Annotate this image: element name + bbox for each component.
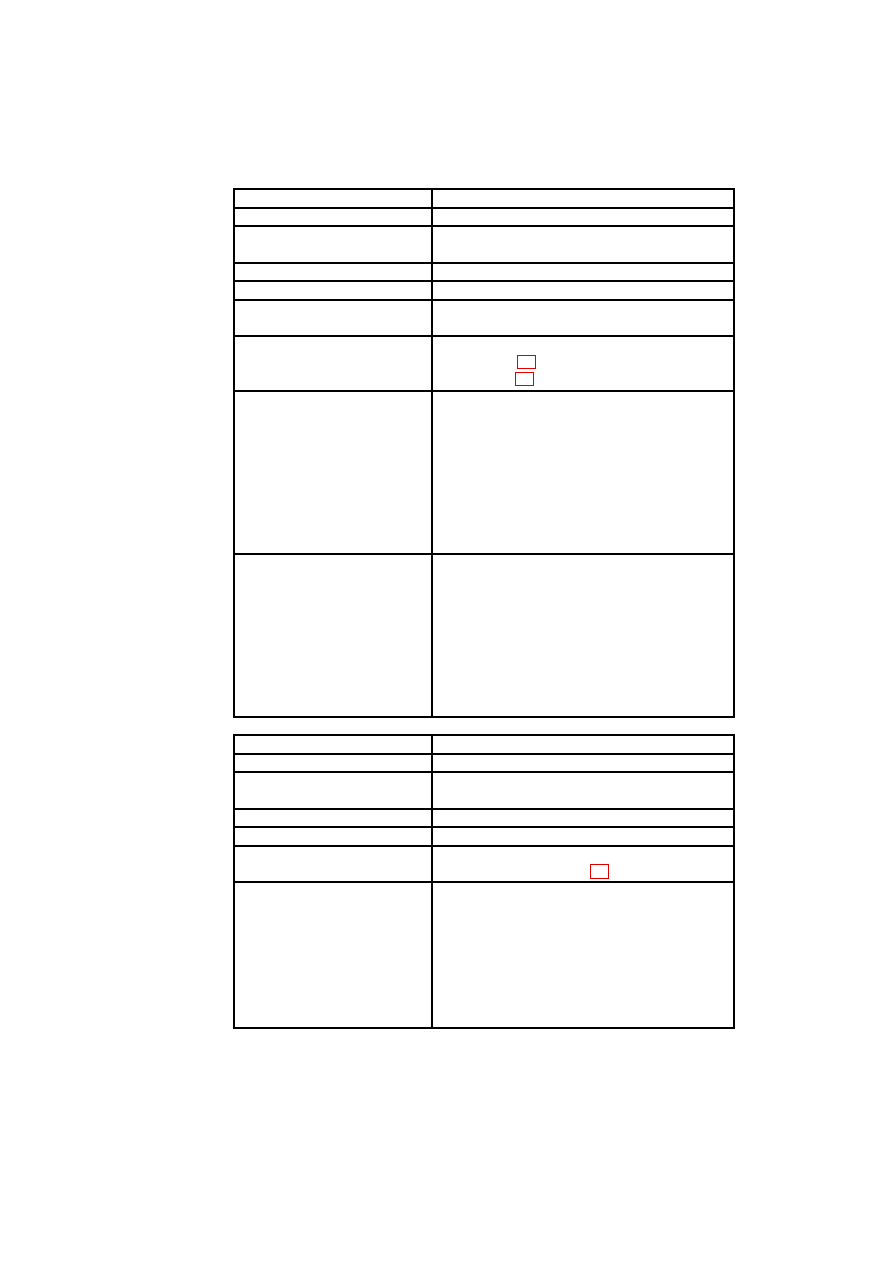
field-value: [433, 773, 733, 777]
table-row: [233, 335, 735, 392]
field-value-cell: [431, 881, 735, 1029]
field-label-cell: [233, 808, 433, 828]
field-value-cell: [431, 808, 735, 828]
table-row: [233, 390, 735, 555]
field-label: [235, 209, 431, 213]
field-label-cell: [233, 390, 433, 555]
table-row: [233, 734, 735, 755]
field-value-cell: [431, 280, 735, 301]
field-value: [433, 190, 733, 194]
table-row: [233, 207, 735, 227]
field-label: [235, 227, 431, 231]
field-label-cell: [233, 299, 433, 337]
field-label-cell: [233, 753, 433, 773]
field-label: [235, 773, 431, 777]
field-value: [433, 755, 733, 759]
field-label: [235, 810, 431, 814]
field-label: [235, 190, 431, 194]
field-label: [235, 392, 431, 396]
field-value: [433, 337, 733, 341]
field-label: [235, 828, 431, 832]
field-value-cell: [431, 335, 735, 392]
field-value-cell: [431, 771, 735, 810]
field-label-cell: [233, 771, 433, 810]
field-value-cell: [431, 188, 735, 209]
field-label: [235, 736, 431, 740]
field-label: [235, 555, 431, 559]
table-row: [233, 299, 735, 337]
field-label: [235, 301, 431, 305]
field-value-cell: [431, 262, 735, 282]
table-row: [233, 188, 735, 209]
table-row: [233, 808, 735, 828]
field-label: [235, 755, 431, 759]
field-label-cell: [233, 826, 433, 847]
field-value: [433, 264, 733, 268]
field-value: [433, 883, 733, 887]
table-row: [233, 225, 735, 264]
form-table-1: [233, 188, 735, 718]
field-label-cell: [233, 262, 433, 282]
table-row: [233, 262, 735, 282]
field-value: [433, 810, 733, 814]
field-label-cell: [233, 207, 433, 227]
field-label-cell: [233, 881, 433, 1029]
field-label-cell: [233, 188, 433, 209]
field-value-cell: [431, 753, 735, 773]
field-label: [235, 847, 431, 851]
field-value: [433, 847, 733, 851]
table-row: [233, 826, 735, 847]
field-label-cell: [233, 225, 433, 264]
red-mark-box: [517, 355, 536, 369]
field-label: [235, 883, 431, 887]
field-value-cell: [431, 207, 735, 227]
field-label-cell: [233, 553, 433, 718]
field-value-cell: [431, 826, 735, 847]
field-label: [235, 282, 431, 286]
field-value-cell: [431, 390, 735, 555]
field-value: [433, 736, 733, 740]
table-row: [233, 771, 735, 810]
field-value-cell: [431, 225, 735, 264]
field-value-cell: [431, 845, 735, 883]
table-row: [233, 280, 735, 301]
field-label-cell: [233, 734, 433, 755]
red-mark-box: [515, 372, 534, 386]
field-value-cell: [431, 553, 735, 718]
field-value: [433, 282, 733, 286]
field-label: [235, 337, 431, 341]
table-row: [233, 881, 735, 1029]
form-table-2: [233, 734, 735, 1029]
field-value-cell: [431, 299, 735, 337]
field-value: [433, 828, 733, 832]
field-label-cell: [233, 845, 433, 883]
field-label-cell: [233, 335, 433, 392]
table-row: [233, 845, 735, 883]
field-value-cell: [431, 734, 735, 755]
red-mark-box: [590, 864, 609, 879]
field-value: [433, 227, 733, 231]
field-value: [433, 209, 733, 213]
field-label-cell: [233, 280, 433, 301]
table-row: [233, 753, 735, 773]
field-label: [235, 264, 431, 268]
table-row: [233, 553, 735, 718]
field-value: [433, 392, 733, 396]
field-value: [433, 301, 733, 305]
field-value: [433, 555, 733, 559]
